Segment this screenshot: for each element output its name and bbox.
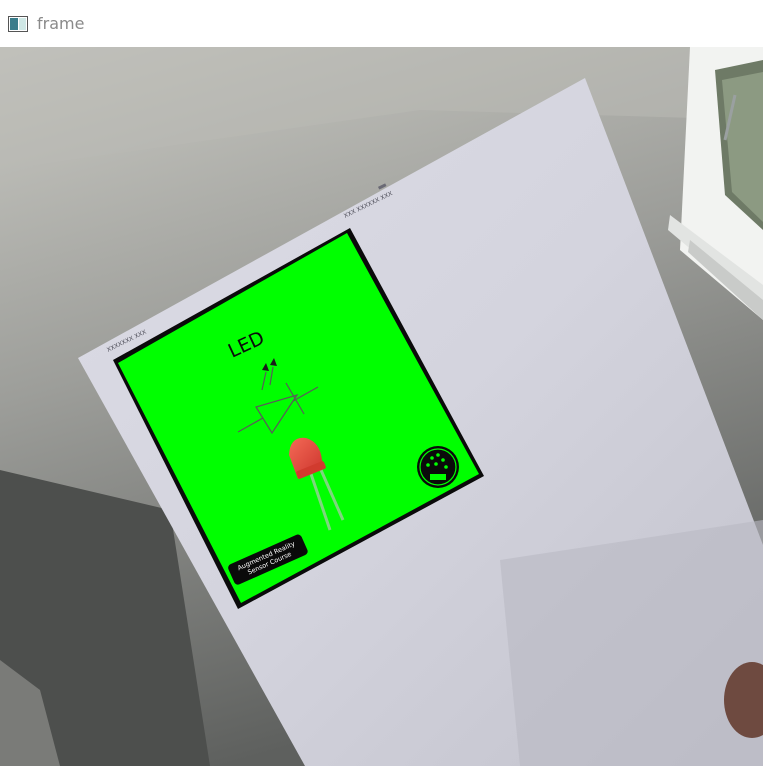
paper-shadow xyxy=(500,520,763,766)
opencv-frame-window: frame XXXXXXX XXX XXX XXXXXX XXX LED Aug… xyxy=(0,0,763,766)
circuit-logo-icon xyxy=(417,446,459,488)
opencv-window-icon xyxy=(8,15,28,32)
title-bar[interactable]: frame xyxy=(0,0,763,47)
camera-scene: XXXXXXX XXX XXX XXXXXX XXX LED Augmented… xyxy=(0,47,763,766)
window-title: frame xyxy=(37,14,85,33)
camera-frame-view: XXXXXXX XXX XXX XXXXXX XXX LED Augmented… xyxy=(0,47,763,766)
